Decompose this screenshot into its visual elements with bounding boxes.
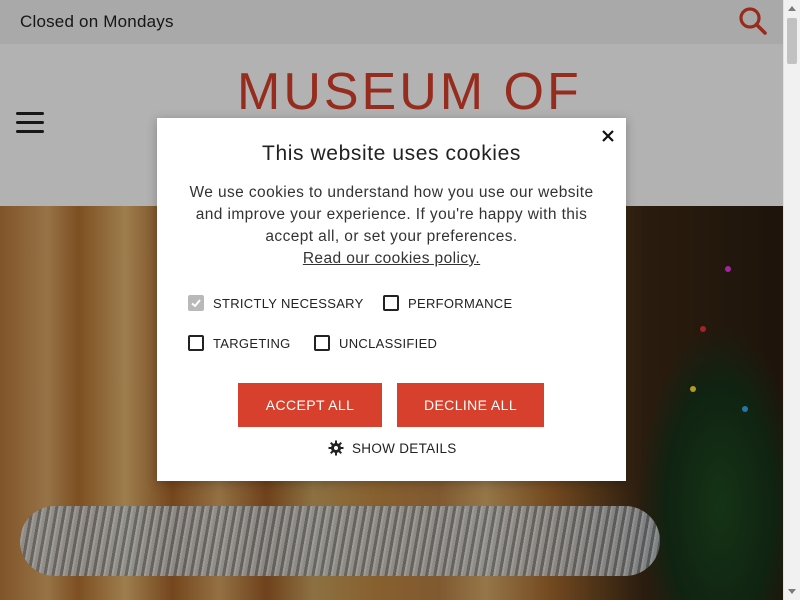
option-label: STRICTLY NECESSARY — [213, 295, 364, 311]
decline-all-button[interactable]: DECLINE ALL — [397, 383, 544, 427]
option-targeting[interactable]: TARGETING — [188, 333, 291, 353]
scroll-down-arrow-icon[interactable] — [788, 589, 796, 594]
cookies-policy-link[interactable]: Read our cookies policy. — [303, 250, 480, 267]
option-strictly-necessary: STRICTLY NECESSARY — [188, 293, 364, 313]
strictly-necessary-checkbox — [188, 295, 204, 311]
option-unclassified[interactable]: UNCLASSIFIED — [314, 333, 437, 353]
unclassified-checkbox[interactable] — [314, 335, 330, 351]
scrollbar-thumb[interactable] — [787, 18, 797, 64]
dialog-description: We use cookies to understand how you use… — [177, 182, 606, 270]
show-details-label: SHOW DETAILS — [352, 440, 457, 456]
option-label: PERFORMANCE — [408, 295, 513, 311]
dialog-title: This website uses cookies — [262, 142, 521, 165]
cookie-consent-dialog: This website uses cookies We use cookies… — [157, 118, 626, 481]
scroll-up-arrow-icon[interactable] — [788, 6, 796, 11]
description-text: We use cookies to understand how you use… — [189, 184, 594, 245]
option-label: TARGETING — [213, 335, 291, 351]
targeting-checkbox[interactable] — [188, 335, 204, 351]
show-details-button[interactable]: SHOW DETAILS — [328, 438, 457, 458]
checkmark-icon — [191, 299, 201, 308]
page-scrollbar[interactable] — [783, 0, 800, 600]
option-performance[interactable]: PERFORMANCE — [383, 293, 512, 313]
accept-all-button[interactable]: ACCEPT ALL — [238, 383, 382, 427]
performance-checkbox[interactable] — [383, 295, 399, 311]
gear-icon — [328, 440, 344, 456]
page: Closed on Mondays MUSEUM OF This website… — [0, 0, 800, 600]
option-label: UNCLASSIFIED — [339, 335, 438, 351]
